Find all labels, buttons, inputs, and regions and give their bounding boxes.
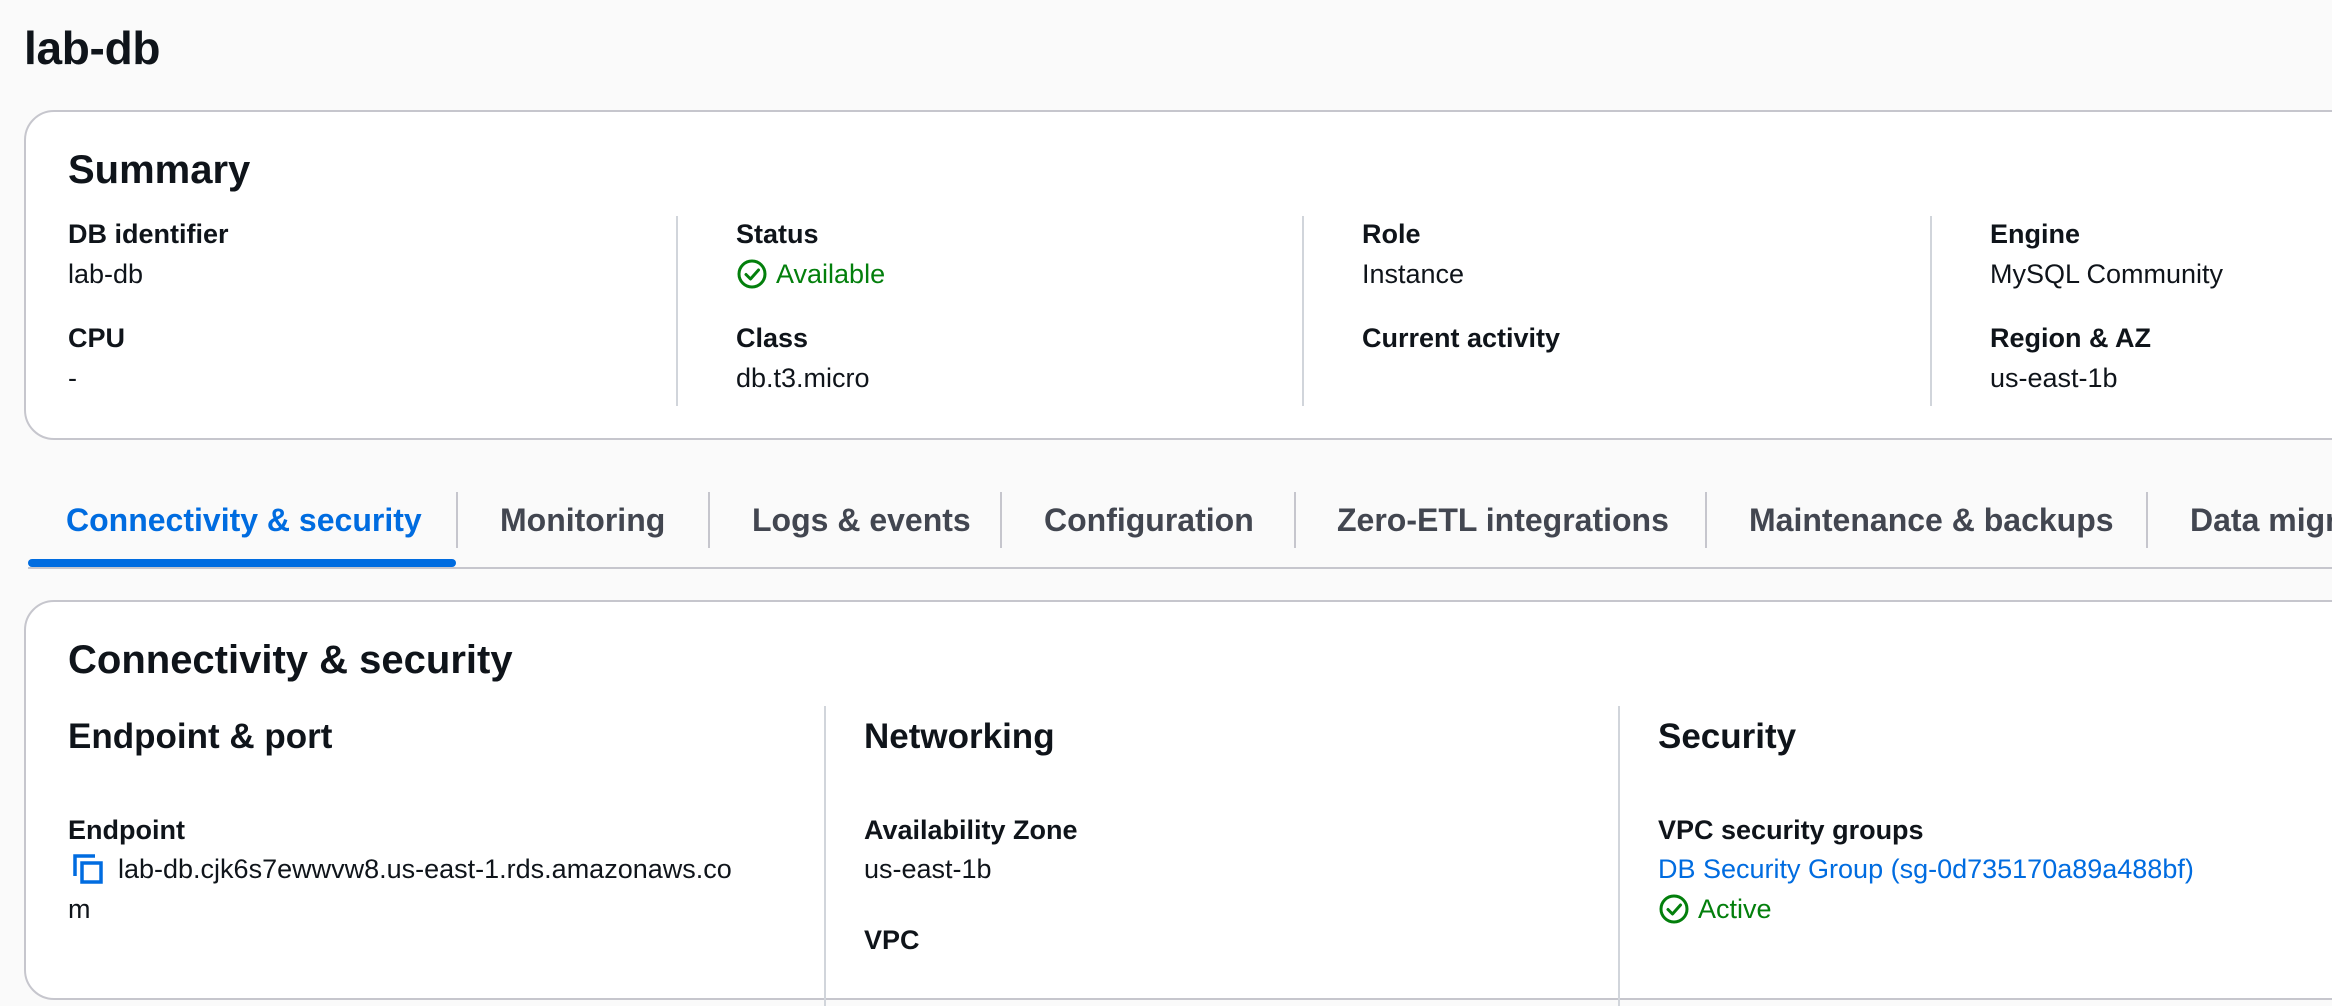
status-text: Available — [776, 259, 886, 289]
sg-active-icon — [1659, 894, 1689, 924]
active-tab-indicator — [28, 559, 456, 567]
region-label: Region & AZ — [1990, 323, 2151, 353]
column-divider — [1618, 706, 1620, 1006]
endpoint-label: Endpoint — [68, 815, 185, 845]
security-group-status-text: Active — [1698, 894, 1772, 924]
class-value: db.t3.micro — [736, 363, 870, 393]
endpoint-value-row: lab-db.cjk6s7ewwvw8.us-east-1.rds.amazon… — [70, 851, 732, 887]
tab-zero-etl-integrations[interactable]: Zero-ETL integrations — [1337, 490, 1669, 550]
engine-label: Engine — [1990, 219, 2081, 249]
endpoint-value-line1: lab-db.cjk6s7ewwvw8.us-east-1.rds.amazon… — [118, 854, 732, 884]
vpc-label: VPC — [864, 925, 920, 955]
page-title: lab-db — [24, 22, 161, 74]
tab-logs-events[interactable]: Logs & events — [752, 490, 971, 550]
cpu-value: - — [68, 363, 77, 393]
connectivity-security-card: Connectivity & security Endpoint & port … — [24, 600, 2332, 1006]
detail-tabs: Connectivity & security Monitoring Logs … — [0, 470, 2332, 570]
summary-column-identifier: DB identifier lab-db CPU - — [68, 216, 698, 406]
cpu-label: CPU — [68, 323, 126, 353]
security-group-status: Active — [1658, 891, 1772, 927]
class-label: Class — [736, 323, 809, 353]
copy-icon[interactable] — [70, 851, 106, 887]
tabs-baseline — [28, 567, 2332, 569]
status-label: Status — [736, 219, 819, 249]
summary-column-role: Role Instance Current activity — [1302, 216, 1932, 406]
column-divider — [824, 706, 826, 1006]
tab-separator — [1000, 492, 1002, 548]
summary-column-engine: Engine MySQL Community Region & AZ us-ea… — [1930, 216, 2332, 406]
tab-connectivity-security[interactable]: Connectivity & security — [66, 490, 422, 550]
region-value: us-east-1b — [1990, 363, 2118, 393]
security-heading: Security — [1658, 717, 1797, 756]
connectivity-title: Connectivity & security — [68, 638, 513, 682]
status-value: Available — [736, 256, 885, 292]
vpc-security-groups-label: VPC security groups — [1658, 815, 1924, 845]
tab-data-migrations[interactable]: Data migr — [2190, 490, 2332, 550]
endpoint-port-heading: Endpoint & port — [68, 717, 333, 756]
summary-title: Summary — [68, 148, 251, 192]
tab-separator — [708, 492, 710, 548]
tab-separator — [2146, 492, 2148, 548]
networking-heading: Networking — [864, 717, 1055, 756]
tab-separator — [1705, 492, 1707, 548]
summary-column-status: Status Available Class db.t3.micro — [676, 216, 1306, 406]
tab-separator — [1294, 492, 1296, 548]
endpoint-value-line2: m — [68, 894, 91, 924]
tab-configuration[interactable]: Configuration — [1044, 490, 1254, 550]
tab-maintenance-backups[interactable]: Maintenance & backups — [1749, 490, 2114, 550]
role-value: Instance — [1362, 259, 1465, 289]
availability-zone-label: Availability Zone — [864, 815, 1078, 845]
db-identifier-label: DB identifier — [68, 219, 229, 249]
tab-monitoring[interactable]: Monitoring — [500, 490, 665, 550]
status-available-icon — [737, 259, 767, 289]
current-activity-label: Current activity — [1362, 323, 1561, 353]
engine-value: MySQL Community — [1990, 259, 2224, 289]
security-group-link[interactable]: DB Security Group (sg-0d735170a89a488bf) — [1658, 851, 2194, 887]
tab-separator — [456, 492, 458, 548]
availability-zone-value: us-east-1b — [864, 854, 992, 884]
db-identifier-value: lab-db — [68, 259, 144, 289]
summary-card: Summary DB identifier lab-db CPU - Statu… — [24, 110, 2332, 440]
role-label: Role — [1362, 219, 1421, 249]
